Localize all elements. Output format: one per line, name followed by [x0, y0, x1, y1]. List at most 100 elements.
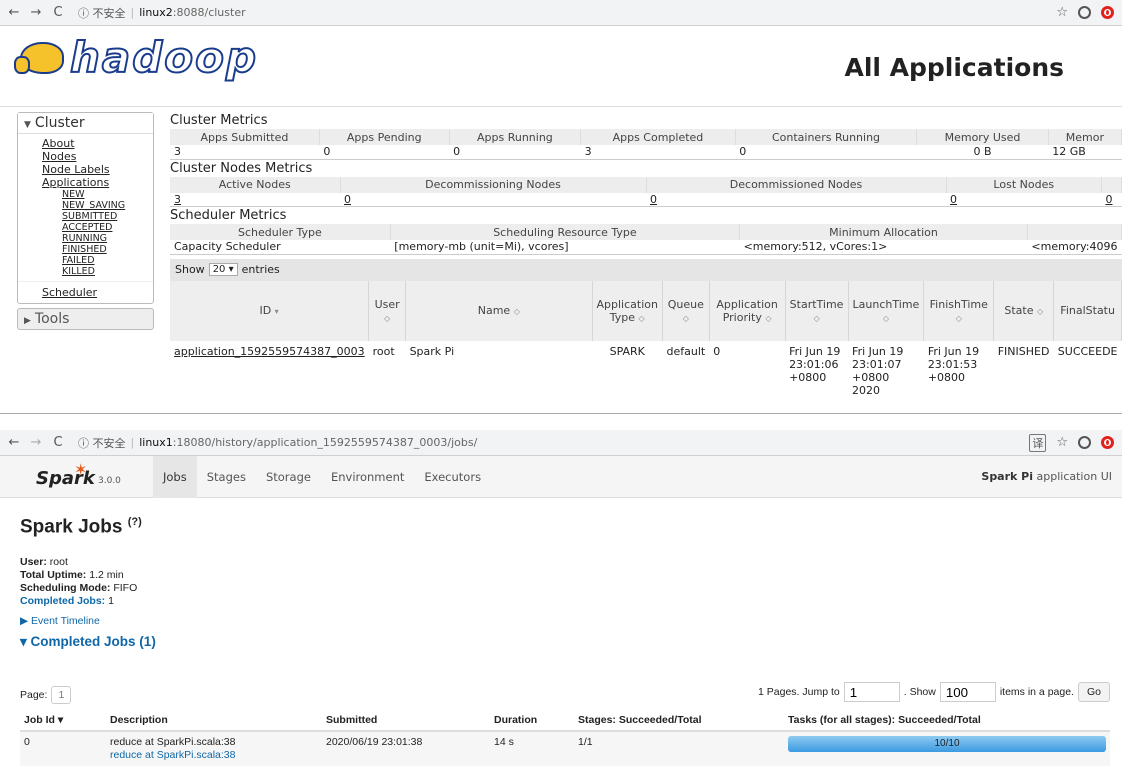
- nav-about[interactable]: About: [42, 137, 153, 150]
- nav-applications[interactable]: Applications: [42, 176, 153, 189]
- spark-star-icon: ✶: [74, 460, 88, 479]
- nav-state-submitted[interactable]: SUBMITTED: [62, 211, 153, 222]
- table-row: application_1592559574387_0003 root Spar…: [170, 341, 1122, 401]
- table-cell-link[interactable]: 0: [1101, 192, 1122, 207]
- completed-jobs-table: Job Id ▾ Description Submitted Duration …: [20, 710, 1110, 766]
- nav-state-finished[interactable]: FINISHED: [62, 244, 153, 255]
- table-cell-link[interactable]: 0: [340, 192, 646, 207]
- sort-header-user[interactable]: User ◇: [368, 280, 407, 341]
- profile-icon[interactable]: [1078, 436, 1091, 449]
- table-cell: <memory:4096: [1027, 240, 1122, 255]
- sort-header-job-id[interactable]: Job Id ▾: [20, 710, 106, 732]
- sort-header-duration[interactable]: Duration: [490, 710, 574, 732]
- security-indicator[interactable]: ⓘ 不安全: [78, 5, 126, 21]
- star-icon[interactable]: ☆: [1056, 435, 1068, 450]
- reload-icon[interactable]: C: [50, 5, 66, 20]
- page-size-select[interactable]: 20 ▾: [208, 263, 238, 276]
- table-cell: 0 B: [916, 145, 1049, 160]
- header-stages: Stages: Succeeded/Total: [574, 710, 784, 732]
- hadoop-logo[interactable]: hadoop: [14, 36, 258, 80]
- go-button[interactable]: Go: [1077, 682, 1110, 702]
- nav-node-labels[interactable]: Node Labels: [42, 163, 153, 176]
- sort-header-name[interactable]: Name ◇: [405, 280, 593, 341]
- nav-state-new-saving[interactable]: NEW_SAVING: [62, 200, 153, 211]
- page-number[interactable]: 1: [51, 686, 72, 704]
- triangle-right-icon: ▶: [24, 316, 31, 326]
- tab-jobs[interactable]: Jobs: [153, 456, 197, 498]
- application-id-link[interactable]: application_1592559574387_0003: [170, 341, 369, 401]
- address-bar[interactable]: linux1:18080/history/application_1592559…: [139, 436, 477, 449]
- sort-header-description[interactable]: Description: [106, 710, 322, 732]
- spark-logo[interactable]: Spark ✶ 3.0.0: [36, 460, 146, 494]
- column-header: Memory Used: [916, 129, 1049, 145]
- star-icon[interactable]: ☆: [1056, 5, 1068, 20]
- page-title: Spark Jobs (?): [20, 516, 142, 538]
- tab-environment[interactable]: Environment: [321, 456, 414, 498]
- security-indicator[interactable]: ⓘ 不安全: [78, 435, 126, 451]
- sort-header-launchtime[interactable]: LaunchTime ◇: [848, 280, 925, 341]
- forward-icon[interactable]: →: [28, 435, 44, 450]
- nav-state-killed[interactable]: KILLED: [62, 266, 153, 277]
- sort-header-submitted[interactable]: Submitted: [322, 710, 490, 732]
- sort-header-priority[interactable]: Application Priority ◇: [709, 280, 786, 341]
- nav-scheduler[interactable]: Scheduler: [42, 286, 97, 299]
- completed-jobs-info[interactable]: Completed Jobs: 1: [20, 595, 1110, 608]
- sidebar: ▼ Cluster About Nodes Node Labels Applica…: [17, 112, 154, 330]
- page-title: All Applications: [844, 53, 1064, 82]
- nav-state-running[interactable]: RUNNING: [62, 233, 153, 244]
- tab-executors[interactable]: Executors: [414, 456, 491, 498]
- node-metrics-table: Active Nodes Decommissioning Nodes Decom…: [170, 176, 1122, 207]
- table-cell: [memory-mb (unit=Mi), vcores]: [390, 240, 740, 255]
- cluster-menu-toggle[interactable]: ▼ Cluster: [18, 113, 153, 134]
- column-header: Memor: [1048, 129, 1122, 145]
- table-cell: 12 GB: [1048, 145, 1122, 160]
- sort-header-finishtime[interactable]: FinishTime ◇: [923, 280, 995, 341]
- header-tasks: Tasks (for all stages): Succeeded/Total: [784, 710, 1110, 732]
- sort-header-queue[interactable]: Queue ◇: [662, 280, 710, 341]
- opera-icon[interactable]: [1101, 436, 1114, 449]
- nav-state-failed[interactable]: FAILED: [62, 255, 153, 266]
- table-cell: Capacity Scheduler: [170, 240, 391, 255]
- job-description-link[interactable]: reduce at SparkPi.scala:38: [110, 749, 318, 762]
- back-icon[interactable]: ←: [6, 5, 22, 20]
- table-cell: <memory:512, vCores:1>: [739, 240, 1028, 255]
- sort-header-type[interactable]: Application Type ◇: [592, 280, 663, 341]
- opera-icon[interactable]: [1101, 6, 1114, 19]
- tools-menu-toggle[interactable]: ▶ Tools: [17, 308, 154, 330]
- tab-stages[interactable]: Stages: [197, 456, 256, 498]
- triangle-right-icon: ▶: [20, 615, 29, 628]
- nav-nodes[interactable]: Nodes: [42, 150, 153, 163]
- translate-icon[interactable]: 译: [1029, 433, 1047, 452]
- sort-header-state[interactable]: State ◇: [993, 280, 1055, 341]
- table-cell: Fri Jun 19 23:01:53 +0800: [927, 344, 980, 384]
- browser-toolbar: ← → C ⓘ 不安全 | linux1:18080/history/appli…: [0, 430, 1122, 456]
- reload-icon[interactable]: C: [50, 435, 66, 450]
- table-cell-link[interactable]: 0: [946, 192, 1102, 207]
- table-row: 0 reduce at SparkPi.scala:38 reduce at S…: [20, 730, 1110, 766]
- table-cell-link[interactable]: 3: [170, 192, 340, 207]
- help-link[interactable]: (?): [128, 516, 142, 528]
- jump-to-page-input[interactable]: [843, 682, 900, 702]
- completed-jobs-toggle[interactable]: ▾ Completed Jobs (1): [20, 634, 1110, 650]
- table-cell: 0: [449, 145, 581, 160]
- column-header: Apps Completed: [580, 129, 736, 145]
- application-ui-label: Spark Pi application UI: [981, 470, 1112, 483]
- page-size-input[interactable]: [939, 682, 996, 702]
- sort-header-starttime[interactable]: StartTime ◇: [785, 280, 849, 341]
- nav-state-new[interactable]: NEW: [62, 189, 153, 200]
- address-bar[interactable]: linux2:8088/cluster: [139, 6, 245, 19]
- event-timeline-toggle[interactable]: ▶ Event Timeline: [20, 615, 1110, 627]
- back-icon[interactable]: ←: [6, 435, 22, 450]
- tab-storage[interactable]: Storage: [256, 456, 321, 498]
- job-duration: 14 s: [490, 730, 574, 766]
- sort-header-finalstatus[interactable]: FinalStatu: [1053, 280, 1122, 341]
- hadoop-banner: hadoop All Applications: [0, 27, 1122, 107]
- sort-header-id[interactable]: ID ▾: [170, 280, 370, 341]
- table-cell-link[interactable]: 0: [646, 192, 946, 207]
- nav-state-accepted[interactable]: ACCEPTED: [62, 222, 153, 233]
- profile-icon[interactable]: [1078, 6, 1091, 19]
- forward-icon[interactable]: →: [28, 5, 44, 20]
- job-tasks: 10/10: [784, 730, 1110, 766]
- triangle-down-icon: ▾: [20, 634, 27, 650]
- column-header: Containers Running: [735, 129, 918, 145]
